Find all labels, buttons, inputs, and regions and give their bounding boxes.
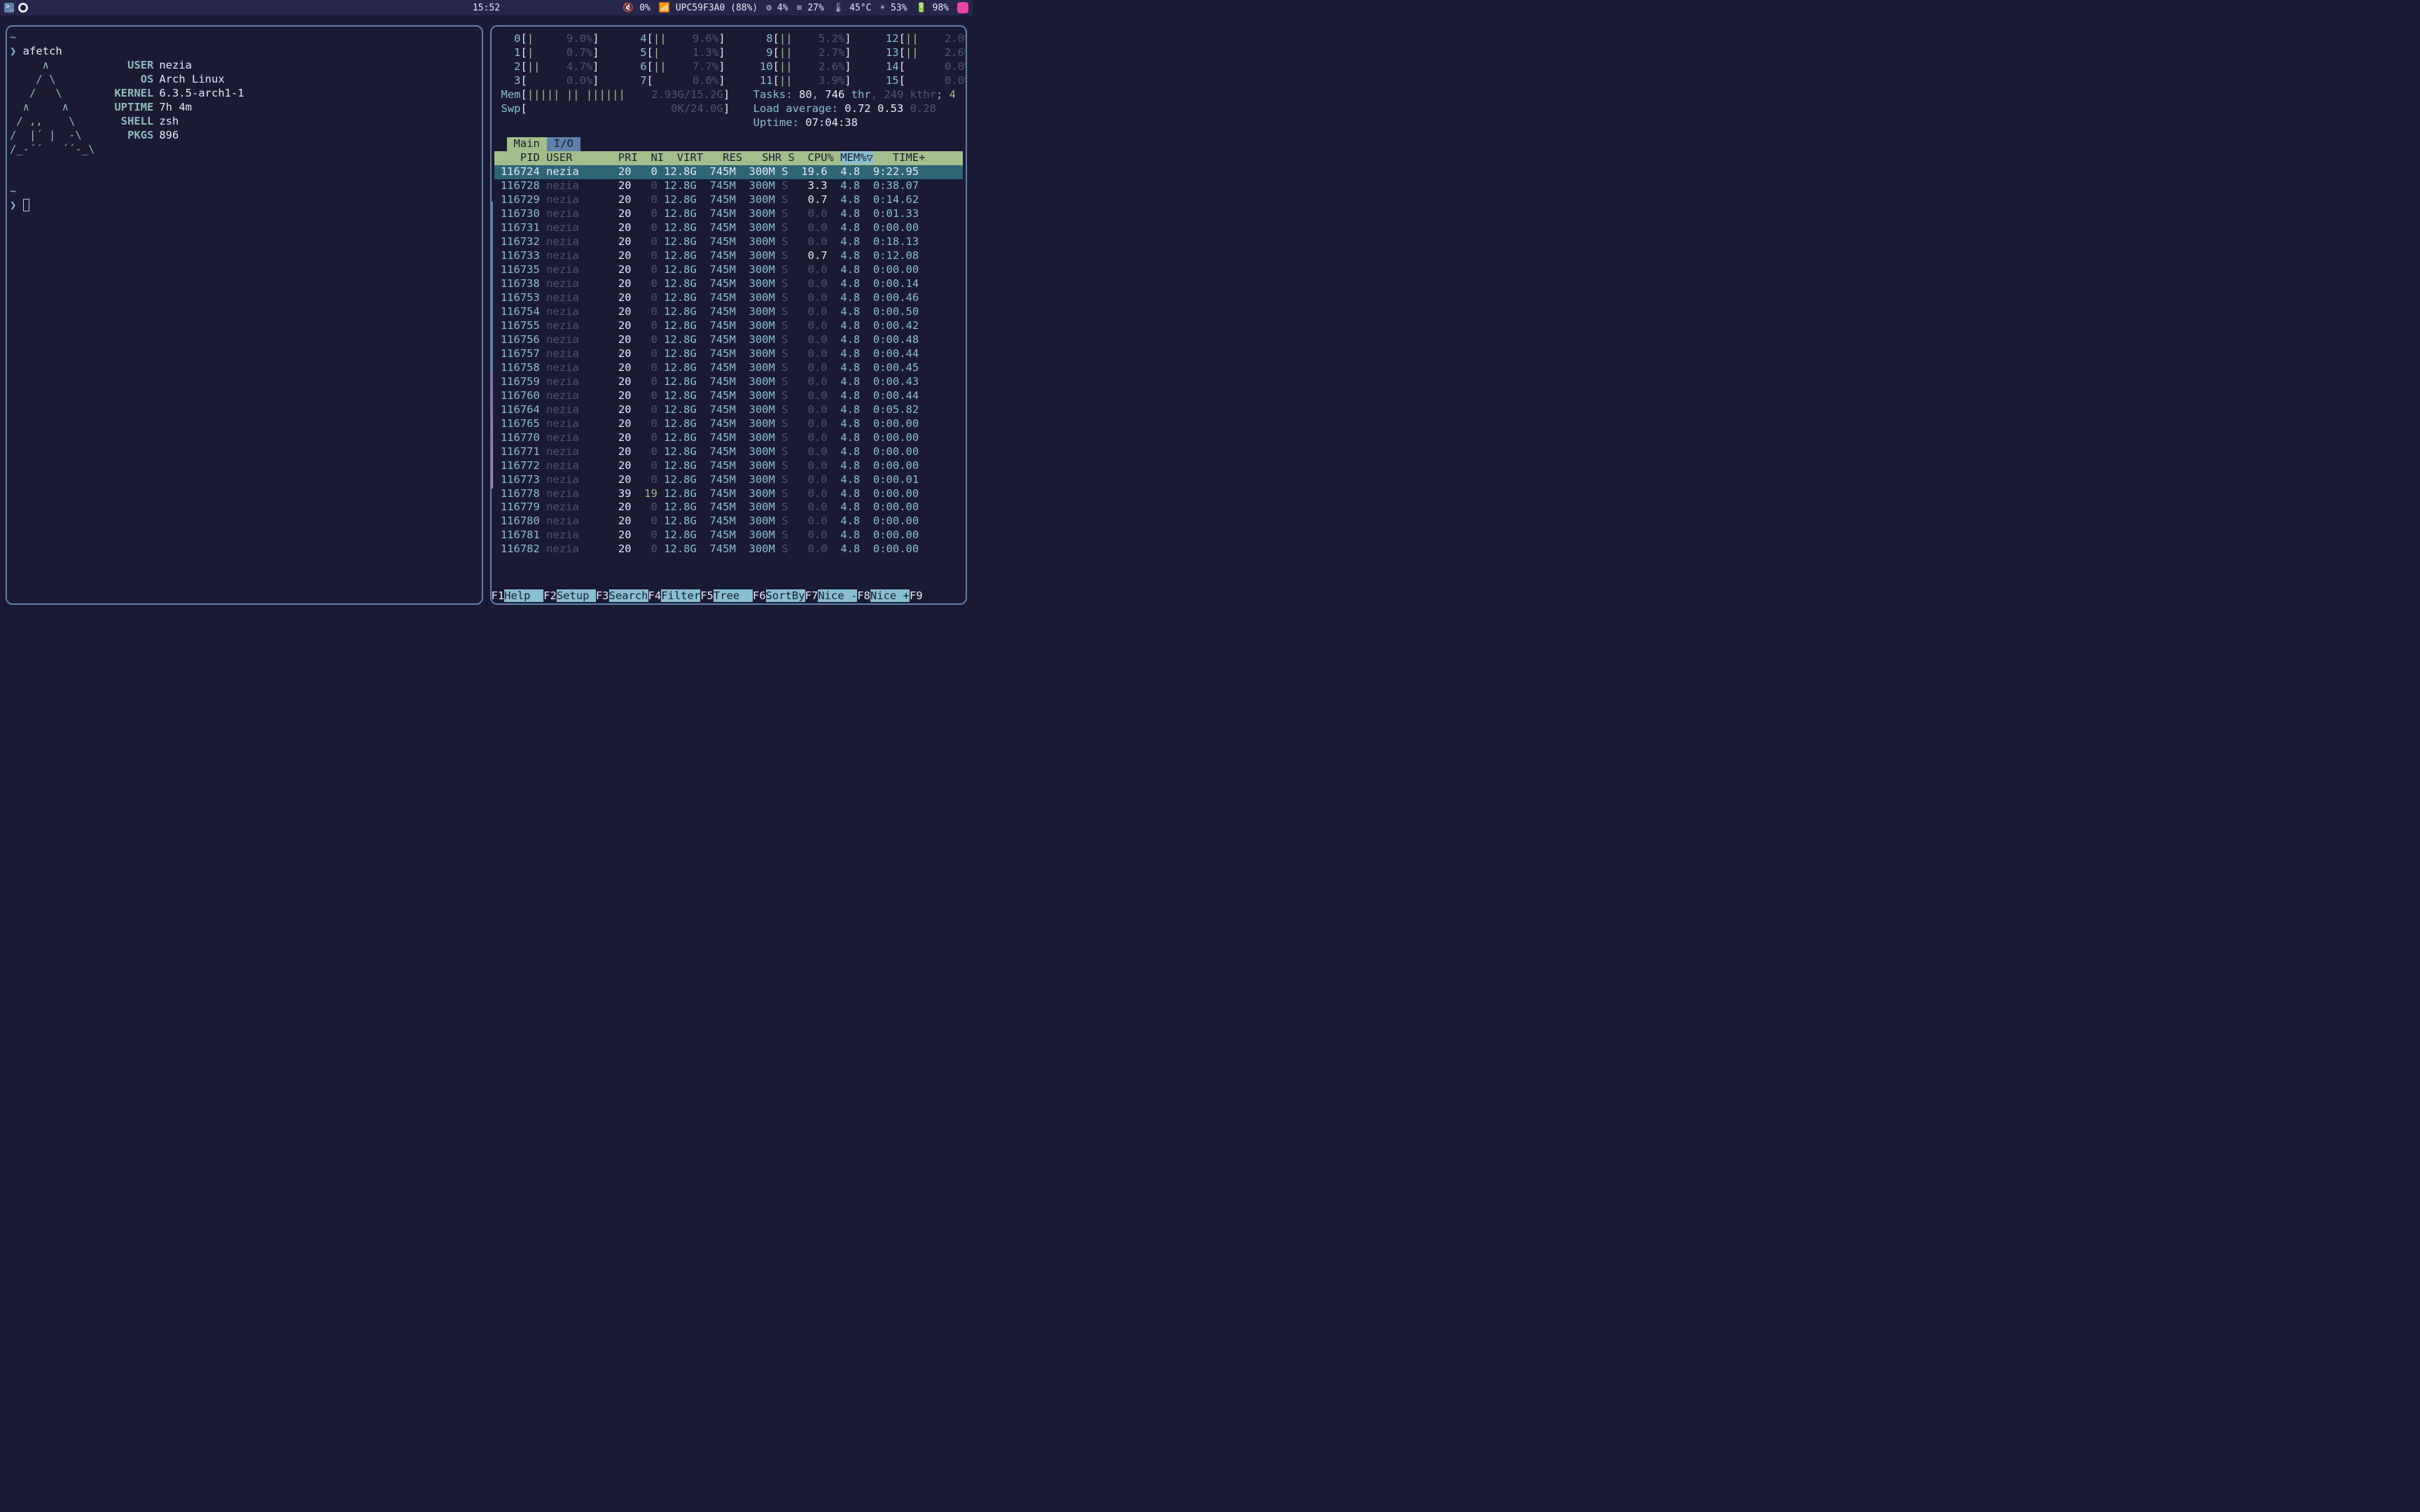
settings-indicator[interactable]: ⚙ 4% bbox=[766, 3, 788, 13]
terminal-pane-htop[interactable]: 0[| 9.0%] 1[| 0.7%] 2[|| 4.7%] 3[ 0.0%] … bbox=[490, 25, 968, 605]
top-bar: >_ 15:52 🔇 0% 📶 UPC59F3A0 (88%) ⚙ 4% ≡ 2… bbox=[0, 0, 973, 15]
process-row[interactable]: 116754 nezia 20 0 12.8G 745M 300M S 0.0 … bbox=[494, 305, 964, 319]
fkey-F3[interactable]: F3 bbox=[596, 589, 609, 602]
process-row[interactable]: 116772 nezia 20 0 12.8G 745M 300M S 0.0 … bbox=[494, 459, 964, 473]
info-row: UPTIME7h 4m bbox=[110, 101, 244, 115]
cpu-meter: 9[|| 2.7%] bbox=[753, 46, 851, 60]
process-row[interactable]: 116781 nezia 20 0 12.8G 745M 300M S 0.0 … bbox=[494, 528, 964, 542]
swap-meter: Swp[ 0K/24.0G] bbox=[501, 102, 730, 116]
info-row: PKGS896 bbox=[110, 129, 244, 143]
wifi-icon: 📶 bbox=[659, 3, 670, 13]
tab-io[interactable]: I/O bbox=[547, 137, 580, 151]
volume-indicator[interactable]: 🔇 0% bbox=[623, 3, 651, 13]
process-row[interactable]: 116756 nezia 20 0 12.8G 745M 300M S 0.0 … bbox=[494, 333, 964, 347]
info-row: OSArch Linux bbox=[110, 73, 244, 87]
htop-tabs: Main I/O bbox=[507, 137, 964, 151]
terminal-app-icon[interactable]: >_ bbox=[4, 3, 14, 13]
battery-indicator[interactable]: 🔋 98% bbox=[916, 3, 950, 13]
cpu-meter: 15[ 0.0%] bbox=[879, 74, 967, 88]
sun-icon: ☀ bbox=[879, 3, 885, 13]
battery-icon: 🔋 bbox=[916, 3, 927, 13]
fkey-F9[interactable]: F9 bbox=[910, 589, 923, 602]
info-row: SHELLzsh bbox=[110, 115, 244, 129]
process-list[interactable]: 116724 nezia 20 0 12.8G 745M 300M S 19.6… bbox=[494, 165, 964, 557]
process-row[interactable]: 116724 nezia 20 0 12.8G 745M 300M S 19.6… bbox=[494, 165, 964, 179]
fkey-F6[interactable]: F6 bbox=[753, 589, 766, 602]
process-row[interactable]: 116757 nezia 20 0 12.8G 745M 300M S 0.0 … bbox=[494, 347, 964, 361]
fkey-F8[interactable]: F8 bbox=[857, 589, 870, 602]
cpu-meter: 14[ 0.0%] bbox=[879, 60, 967, 74]
memory-meter: Mem[||||| || |||||| 2.93G/15.2G] bbox=[501, 88, 730, 102]
tab-main[interactable]: Main bbox=[507, 137, 547, 151]
prompt-command: ❯ afetch bbox=[10, 45, 479, 59]
cpu-meter: 7[ 0.0%] bbox=[627, 74, 725, 88]
browser-app-icon[interactable] bbox=[18, 3, 28, 13]
process-row[interactable]: 116780 nezia 20 0 12.8G 745M 300M S 0.0 … bbox=[494, 514, 964, 528]
fkey-F7[interactable]: F7 bbox=[805, 589, 819, 602]
process-row[interactable]: 116773 nezia 20 0 12.8G 745M 300M S 0.0 … bbox=[494, 473, 964, 487]
cpu-meter: 2[|| 4.7%] bbox=[501, 60, 599, 74]
bars-icon: ≡ bbox=[797, 3, 802, 13]
fkey-F4[interactable]: F4 bbox=[648, 589, 662, 602]
function-keys: F1Help F2Setup F3SearchF4FilterF5Tree F6… bbox=[492, 589, 966, 603]
cpu-meter: 8[|| 5.2%] bbox=[753, 32, 851, 46]
tasks-summary: Tasks: 80, 746 thr, 249 kthr; 4 bbox=[753, 88, 956, 102]
cpu-meter: 5[| 1.3%] bbox=[627, 46, 725, 60]
process-row[interactable]: 116759 nezia 20 0 12.8G 745M 300M S 0.0 … bbox=[494, 375, 964, 389]
uptime: Uptime: 07:04:38 bbox=[753, 116, 956, 130]
load-average: Load average: 0.72 0.53 0.28 bbox=[753, 102, 956, 116]
cpu-meter: 13[|| 2.6%] bbox=[879, 46, 967, 60]
process-row[interactable]: 116732 nezia 20 0 12.8G 745M 300M S 0.0 … bbox=[494, 235, 964, 249]
process-row[interactable]: 116755 nezia 20 0 12.8G 745M 300M S 0.0 … bbox=[494, 319, 964, 333]
process-row[interactable]: 116731 nezia 20 0 12.8G 745M 300M S 0.0 … bbox=[494, 221, 964, 235]
process-row[interactable]: 116738 nezia 20 0 12.8G 745M 300M S 0.0 … bbox=[494, 277, 964, 291]
process-row[interactable]: 116728 nezia 20 0 12.8G 745M 300M S 3.3 … bbox=[494, 179, 964, 193]
cpu-meters: 0[| 9.0%] 1[| 0.7%] 2[|| 4.7%] 3[ 0.0%] … bbox=[501, 32, 968, 88]
cpu-meter: 3[ 0.0%] bbox=[501, 74, 599, 88]
cpu-meter: 12[|| 2.0%] bbox=[879, 32, 967, 46]
process-row[interactable]: 116779 nezia 20 0 12.8G 745M 300M S 0.0 … bbox=[494, 500, 964, 514]
process-row[interactable]: 116735 nezia 20 0 12.8G 745M 300M S 0.0 … bbox=[494, 263, 964, 277]
process-header[interactable]: PID USER PRI NI VIRT RES SHR S CPU% MEM%… bbox=[494, 151, 964, 165]
info-row: USERnezia bbox=[110, 59, 244, 73]
process-row[interactable]: 116733 nezia 20 0 12.8G 745M 300M S 0.7 … bbox=[494, 249, 964, 263]
discord-icon[interactable] bbox=[957, 2, 968, 13]
prompt-line: ~ bbox=[10, 31, 479, 45]
cpu-meter: 4[|| 9.6%] bbox=[627, 32, 725, 46]
prompt-cursor[interactable]: ❯ bbox=[10, 199, 479, 213]
cpu-meter: 10[|| 2.6%] bbox=[753, 60, 851, 74]
process-row[interactable]: 116760 nezia 20 0 12.8G 745M 300M S 0.0 … bbox=[494, 389, 964, 403]
system-info: USERneziaOSArch LinuxKERNEL6.3.5-arch1-1… bbox=[110, 59, 244, 157]
process-row[interactable]: 116771 nezia 20 0 12.8G 745M 300M S 0.0 … bbox=[494, 445, 964, 459]
fkey-F2[interactable]: F2 bbox=[543, 589, 557, 602]
thermometer-icon: 🌡 bbox=[833, 3, 844, 13]
cpu-meter: 0[| 9.0%] bbox=[501, 32, 599, 46]
process-row[interactable]: 116782 nezia 20 0 12.8G 745M 300M S 0.0 … bbox=[494, 542, 964, 556]
fkey-F5[interactable]: F5 bbox=[700, 589, 714, 602]
process-row[interactable]: 116753 nezia 20 0 12.8G 745M 300M S 0.0 … bbox=[494, 291, 964, 305]
prompt-line: ~ bbox=[10, 185, 479, 199]
info-row: KERNEL6.3.5-arch1-1 bbox=[110, 87, 244, 101]
cpu-meter: 6[|| 7.7%] bbox=[627, 60, 725, 74]
terminal-pane-afetch[interactable]: ~ ❯ afetch ∧ / \ / \ ∧ ∧ / ,, \ / |´ | -… bbox=[6, 25, 483, 605]
volume-mute-icon: 🔇 bbox=[623, 3, 634, 13]
process-row[interactable]: 116758 nezia 20 0 12.8G 745M 300M S 0.0 … bbox=[494, 361, 964, 375]
process-row[interactable]: 116764 nezia 20 0 12.8G 745M 300M S 0.0 … bbox=[494, 403, 964, 417]
clock: 15:52 bbox=[473, 3, 500, 13]
cpu-meter: 1[| 0.7%] bbox=[501, 46, 599, 60]
fkey-F1[interactable]: F1 bbox=[492, 589, 505, 602]
memory-indicator[interactable]: ≡ 27% bbox=[797, 3, 824, 13]
gear-icon: ⚙ bbox=[766, 3, 772, 13]
process-row[interactable]: 116730 nezia 20 0 12.8G 745M 300M S 0.0 … bbox=[494, 207, 964, 221]
cpu-meter: 11[|| 3.9%] bbox=[753, 74, 851, 88]
temperature-indicator[interactable]: 🌡 45°C bbox=[833, 3, 872, 13]
brightness-indicator[interactable]: ☀ 53% bbox=[879, 3, 907, 13]
wifi-indicator[interactable]: 📶 UPC59F3A0 (88%) bbox=[659, 3, 758, 13]
process-row[interactable]: 116778 nezia 39 19 12.8G 745M 300M S 0.0… bbox=[494, 487, 964, 501]
process-row[interactable]: 116729 nezia 20 0 12.8G 745M 300M S 0.7 … bbox=[494, 193, 964, 207]
process-row[interactable]: 116765 nezia 20 0 12.8G 745M 300M S 0.0 … bbox=[494, 417, 964, 431]
scroll-indicator bbox=[490, 202, 493, 489]
process-row[interactable]: 116770 nezia 20 0 12.8G 745M 300M S 0.0 … bbox=[494, 431, 964, 445]
ascii-logo: ∧ / \ / \ ∧ ∧ / ,, \ / |´ | -\ /_-´´ ´´-… bbox=[10, 59, 110, 157]
